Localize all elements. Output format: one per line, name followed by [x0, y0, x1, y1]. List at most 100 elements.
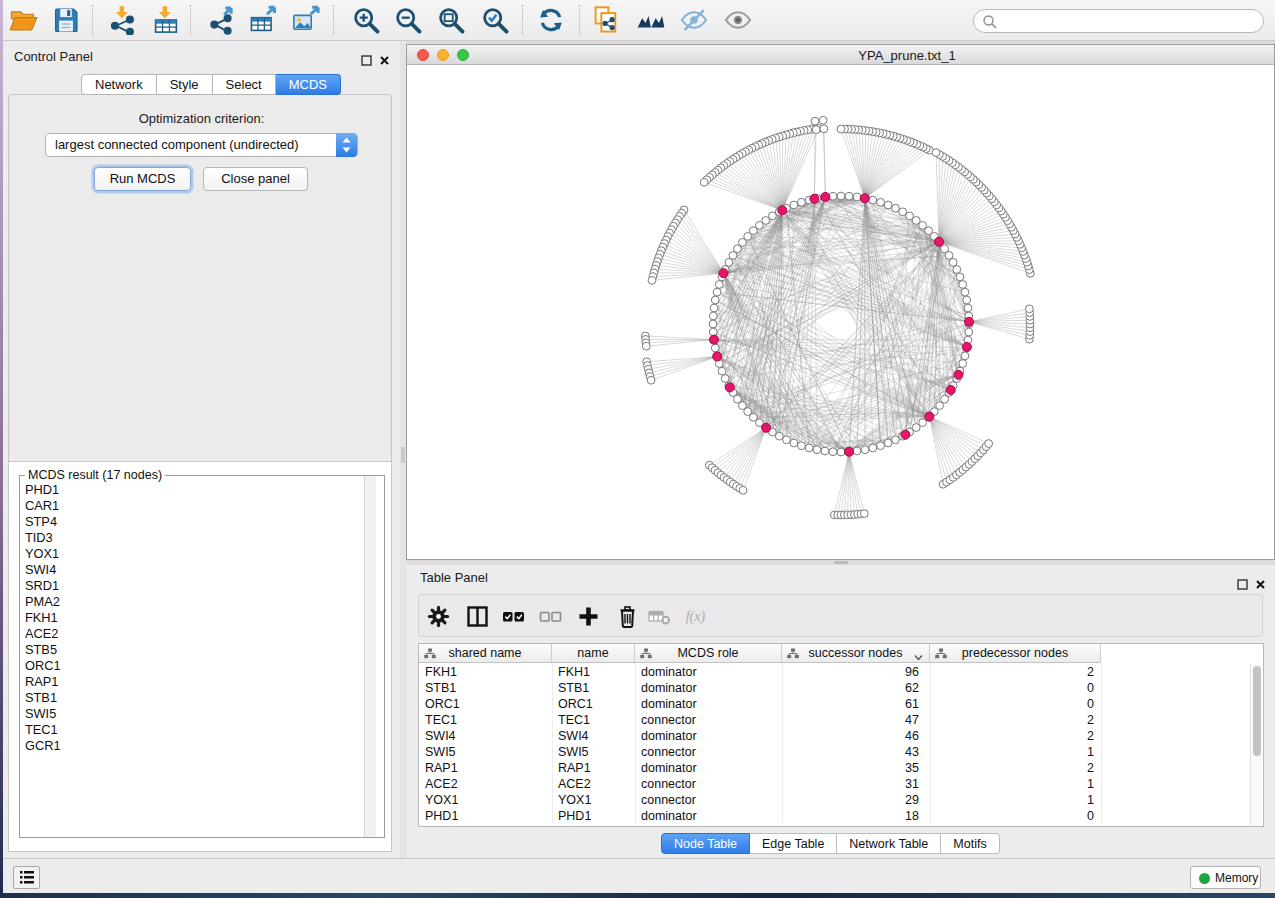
cell-predecessor-nodes[interactable]: 0 — [930, 809, 1094, 823]
show-all-icon[interactable] — [723, 5, 753, 35]
cell-predecessor-nodes[interactable]: 1 — [930, 777, 1094, 791]
table-row[interactable]: PHD1 PHD1 dominator 18 0 — [419, 808, 1249, 824]
unselect-all-columns-icon[interactable] — [538, 604, 563, 629]
column-header-successor-nodes[interactable]: successor nodes — [782, 644, 930, 663]
column-header-shared-name[interactable]: shared name — [419, 644, 552, 663]
network-graph[interactable] — [407, 66, 1274, 560]
network-from-selection-icon[interactable] — [591, 5, 621, 35]
column-header-name[interactable]: name — [552, 644, 635, 663]
mcds-result-item[interactable]: GCR1 — [25, 738, 61, 754]
add-column-icon[interactable] — [576, 604, 601, 629]
cell-mcds-role[interactable]: dominator — [641, 809, 697, 823]
mcds-result-item[interactable]: ORC1 — [25, 658, 61, 674]
tab-select[interactable]: Select — [213, 74, 276, 95]
search-input[interactable] — [1002, 11, 1257, 31]
export-network-icon[interactable] — [208, 5, 238, 35]
cell-name[interactable]: STB1 — [558, 681, 589, 695]
save-session-icon[interactable] — [51, 5, 81, 35]
close-panel-button[interactable]: Close panel — [203, 167, 308, 191]
mcds-result-item[interactable]: CAR1 — [25, 498, 61, 514]
column-header-predecessor-nodes[interactable]: predecessor nodes — [930, 644, 1101, 663]
refresh-icon[interactable] — [536, 5, 566, 35]
import-network-icon[interactable] — [108, 5, 138, 35]
table-row[interactable]: RAP1RAP1dominator352 — [419, 760, 1249, 776]
table-scrollbar[interactable] — [1250, 664, 1262, 826]
cell-predecessor-nodes[interactable]: 2 — [930, 713, 1094, 727]
cell-predecessor-nodes[interactable]: 2 — [930, 665, 1094, 679]
cell-name[interactable]: ORC1 — [558, 697, 593, 711]
mcds-result-item[interactable]: TEC1 — [25, 722, 61, 738]
memory-button[interactable]: Memory — [1190, 866, 1261, 889]
column-header-MCDS-role[interactable]: MCDS role — [635, 644, 782, 663]
zoom-in-icon[interactable] — [351, 5, 381, 35]
cell-name[interactable]: SWI5 — [558, 745, 589, 759]
table-row[interactable]: ORC1 ORC1 dominator 61 0 — [419, 696, 1249, 712]
table-row[interactable]: FKH1 FKH1 dominator 96 2 — [419, 664, 1249, 680]
cell-shared-name[interactable]: PHD1 — [425, 809, 458, 823]
mcds-result-item[interactable]: FKH1 — [25, 610, 61, 626]
cell-name[interactable]: PHD1 — [558, 809, 591, 823]
mcds-result-item[interactable]: SWI5 — [25, 706, 61, 722]
table-row[interactable]: STB1STB1dominator620 — [419, 680, 1249, 696]
tab-node-table[interactable]: Node Table — [661, 833, 750, 854]
cell-mcds-role[interactable]: dominator — [641, 697, 697, 711]
mcds-result-scrollbar[interactable] — [364, 476, 376, 837]
export-table-icon[interactable] — [248, 5, 278, 35]
close-panel-icon[interactable] — [379, 52, 390, 63]
hide-selected-icon[interactable] — [679, 5, 709, 35]
cell-successor-nodes[interactable]: 46 — [782, 729, 919, 743]
cell-shared-name[interactable]: STB1 — [425, 681, 456, 695]
optimization-criterion-select[interactable]: largest connected component (undirected) — [45, 133, 358, 157]
column-panel-icon[interactable] — [465, 604, 490, 629]
task-history-button[interactable] — [13, 866, 40, 889]
run-mcds-button[interactable]: Run MCDS — [94, 167, 191, 191]
search-box[interactable] — [973, 9, 1264, 33]
mcds-result-item[interactable]: STB1 — [25, 690, 61, 706]
mcds-result-item[interactable]: STP4 — [25, 514, 61, 530]
cell-predecessor-nodes[interactable]: 2 — [930, 761, 1094, 775]
cell-name[interactable]: FKH1 — [558, 665, 590, 679]
cell-shared-name[interactable]: SWI4 — [425, 729, 456, 743]
table-scrollbar-thumb[interactable] — [1253, 666, 1261, 756]
cell-successor-nodes[interactable]: 61 — [782, 697, 919, 711]
tab-network-table[interactable]: Network Table — [837, 833, 941, 854]
mcds-result-item[interactable]: STB5 — [25, 642, 61, 658]
table-row[interactable]: YOX1YOX1connector291 — [419, 792, 1249, 808]
tab-network[interactable]: Network — [81, 74, 157, 95]
tab-mcds[interactable]: MCDS — [276, 74, 341, 95]
cell-successor-nodes[interactable]: 31 — [782, 777, 919, 791]
mcds-result-list[interactable]: PHD1CAR1STP4TID3YOX1SWI4SRD1PMA2FKH1ACE2… — [21, 482, 61, 754]
cell-shared-name[interactable]: TEC1 — [425, 713, 457, 727]
cell-successor-nodes[interactable]: 43 — [782, 745, 919, 759]
cell-name[interactable]: TEC1 — [558, 713, 590, 727]
cell-mcds-role[interactable]: dominator — [641, 761, 697, 775]
cell-shared-name[interactable]: FKH1 — [425, 665, 457, 679]
export-image-icon[interactable] — [291, 5, 321, 35]
cell-name[interactable]: YOX1 — [558, 793, 591, 807]
table-row[interactable]: ACE2ACE2connector311 — [419, 776, 1249, 792]
select-all-columns-icon[interactable] — [501, 604, 526, 629]
cell-shared-name[interactable]: ORC1 — [425, 697, 460, 711]
float-panel-icon[interactable] — [361, 52, 372, 63]
cell-successor-nodes[interactable]: 96 — [782, 665, 919, 679]
float-table-panel-icon[interactable] — [1237, 576, 1248, 587]
mcds-result-item[interactable]: SRD1 — [25, 578, 61, 594]
cell-successor-nodes[interactable]: 47 — [782, 713, 919, 727]
cell-mcds-role[interactable]: connector — [641, 713, 696, 727]
cell-name[interactable]: SWI4 — [558, 729, 589, 743]
mcds-result-item[interactable]: YOX1 — [25, 546, 61, 562]
cell-successor-nodes[interactable]: 18 — [782, 809, 919, 823]
cell-predecessor-nodes[interactable]: 0 — [930, 697, 1094, 711]
cell-predecessor-nodes[interactable]: 1 — [930, 745, 1094, 759]
zoom-out-icon[interactable] — [393, 5, 423, 35]
cell-shared-name[interactable]: YOX1 — [425, 793, 458, 807]
cell-name[interactable]: ACE2 — [558, 777, 591, 791]
cell-mcds-role[interactable]: dominator — [641, 665, 697, 679]
close-window-traffic-light[interactable] — [417, 49, 429, 61]
table-row[interactable]: SWI5SWI5connector431 — [419, 744, 1249, 760]
first-neighbors-icon[interactable] — [636, 5, 666, 35]
cell-mcds-role[interactable]: connector — [641, 793, 696, 807]
cell-mcds-role[interactable]: dominator — [641, 729, 697, 743]
zoom-selected-icon[interactable] — [480, 5, 510, 35]
table-row[interactable]: TEC1 TEC1 connector 47 2 — [419, 712, 1249, 728]
